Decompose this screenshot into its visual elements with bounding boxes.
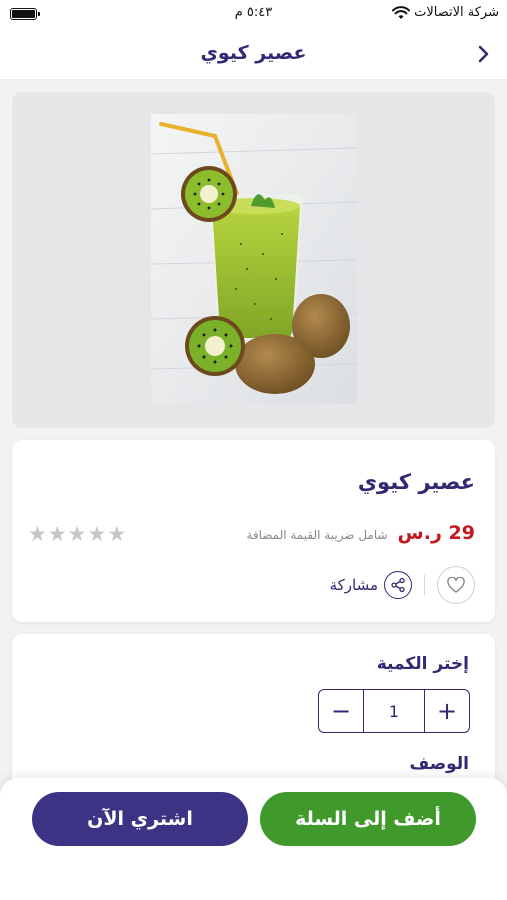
- decrement-button[interactable]: −: [319, 690, 363, 732]
- quantity-stepper: − 1 +: [318, 689, 470, 733]
- price-row: 29 ر.س شامل ضريبة القيمة المضافة: [246, 522, 475, 544]
- carrier-label: شركة الاتصالات: [414, 5, 499, 20]
- nav-header: عصير كيوي: [0, 28, 507, 80]
- page-title: عصير كيوي: [200, 42, 307, 64]
- plus-icon: +: [436, 697, 458, 725]
- increment-button[interactable]: +: [425, 690, 469, 732]
- heart-icon: [447, 577, 465, 593]
- share-button[interactable]: مشاركة: [330, 571, 412, 599]
- star-icon[interactable]: ★: [107, 522, 127, 546]
- product-name: عصير كيوي: [357, 470, 475, 494]
- back-button[interactable]: [473, 42, 493, 66]
- add-to-cart-button[interactable]: أضف إلى السلة: [260, 792, 476, 846]
- status-carrier: شركة الاتصالات: [392, 5, 499, 20]
- share-icon: [384, 571, 412, 599]
- favorite-button[interactable]: [437, 566, 475, 604]
- description-title: الوصف: [409, 754, 469, 774]
- divider: [424, 575, 425, 595]
- product-image: [151, 114, 357, 404]
- bottom-action-bar: أضف إلى السلة اشتري الآن: [0, 778, 507, 900]
- minus-icon: −: [330, 697, 352, 725]
- quantity-title: إختر الكمية: [376, 654, 469, 674]
- buy-now-button[interactable]: اشتري الآن: [32, 792, 248, 846]
- product-actions: مشاركة: [330, 566, 475, 604]
- product-info-card: عصير كيوي 29 ر.س شامل ضريبة القيمة المضا…: [12, 440, 495, 622]
- chevron-right-icon: [478, 45, 489, 63]
- rating-stars[interactable]: ★★★★★: [28, 522, 127, 546]
- quantity-value[interactable]: 1: [363, 690, 425, 732]
- star-icon[interactable]: ★: [87, 522, 107, 546]
- star-icon[interactable]: ★: [68, 522, 88, 546]
- star-icon[interactable]: ★: [48, 522, 68, 546]
- wifi-icon: [392, 5, 411, 19]
- share-label: مشاركة: [329, 576, 378, 594]
- vat-note: شامل ضريبة القيمة المضافة: [246, 528, 388, 542]
- star-icon[interactable]: ★: [28, 522, 48, 546]
- product-price: 29 ر.س: [397, 522, 475, 544]
- status-bar: ٥:٤٣ م شركة الاتصالات: [0, 0, 507, 28]
